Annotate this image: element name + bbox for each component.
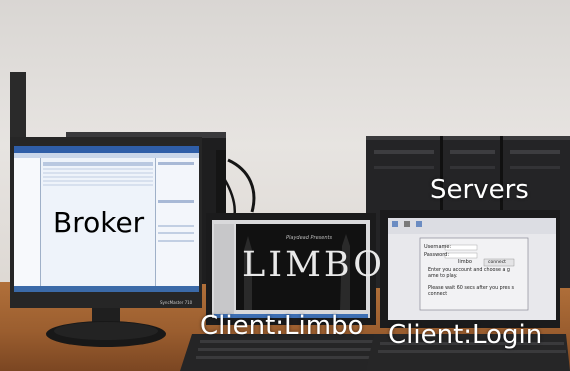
username-label: Username:: [424, 244, 452, 250]
login-message-2: Please wait 60 secs after you pres s con…: [428, 286, 515, 297]
broker-label: Broker: [53, 206, 145, 239]
client-login-label: Client:Login: [388, 320, 543, 350]
client-limbo-label: Client:Limbo: [200, 311, 364, 341]
servers-label: Servers: [430, 175, 529, 205]
connect-button[interactable]: connect: [488, 260, 506, 266]
cable: [227, 158, 256, 213]
login-message-1: Enter you account and choose a g ame to …: [428, 268, 510, 279]
photo-scene: Playdead Presents LIMBO Username: Passwo…: [0, 0, 570, 371]
password-label: Password:: [424, 252, 450, 258]
monitor-stand: [46, 308, 166, 347]
limbo-subtitle: Playdead Presents: [286, 235, 333, 241]
limbo-logo-text: LIMBO: [242, 245, 385, 285]
username-input[interactable]: limbo: [458, 260, 472, 265]
monitor-model-label: SyncMaster 710: [160, 300, 193, 305]
left-edge-device: [10, 72, 26, 142]
